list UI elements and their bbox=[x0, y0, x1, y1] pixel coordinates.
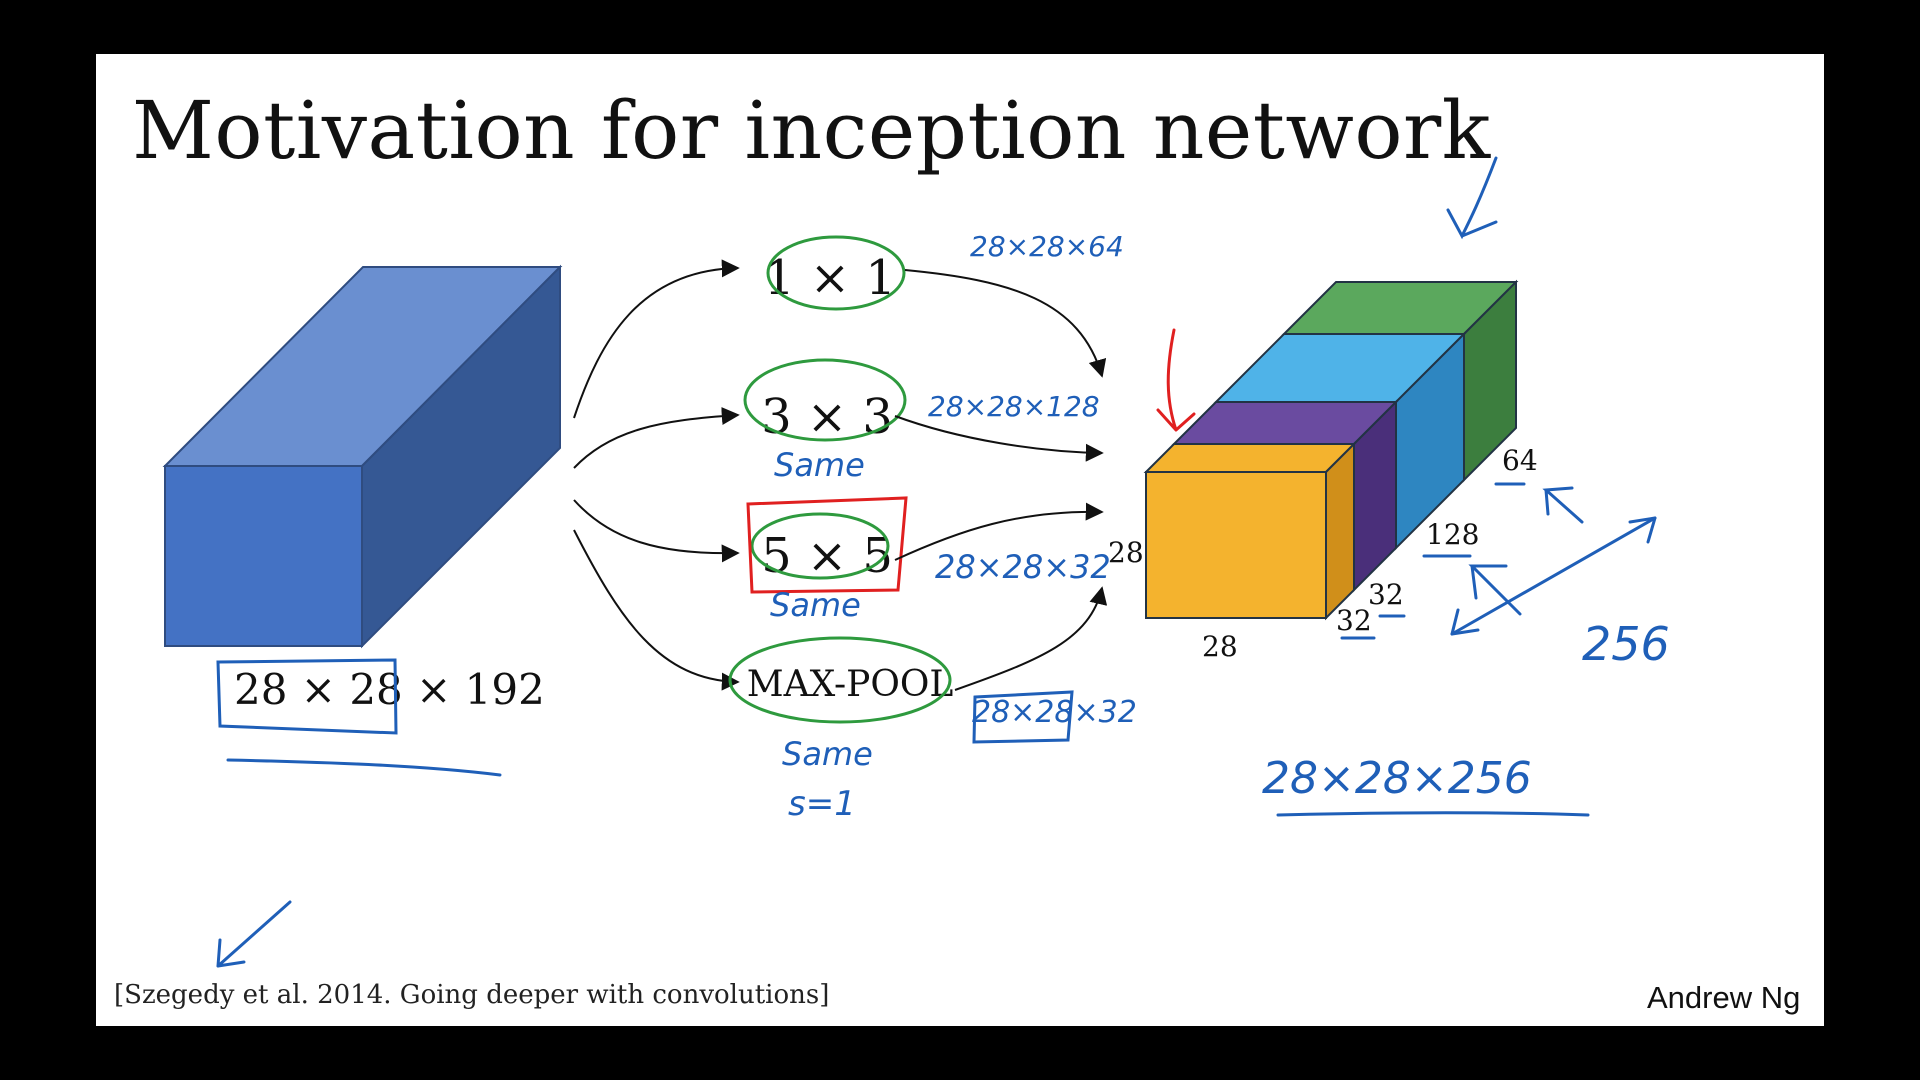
output-volume-check bbox=[1446, 156, 1498, 240]
op-3x3-label: 3 × 3 bbox=[761, 389, 893, 445]
output-width-label: 28 bbox=[1202, 630, 1238, 663]
citation-pointer bbox=[216, 900, 292, 968]
op-5x5-label: 5 × 5 bbox=[761, 528, 893, 584]
op-maxpool-stride-note: s=1 bbox=[788, 784, 856, 824]
total-dims-note: 28×28×256 bbox=[1262, 753, 1532, 804]
output-yellow-top bbox=[1143, 443, 1357, 473]
pointer-128 bbox=[1468, 564, 1522, 616]
inception-diagram: 28 × 28 × 192 1 × 1 3 × 3 5 × 5 MAX-POOL… bbox=[162, 156, 1670, 968]
output-yellow-side bbox=[1325, 441, 1355, 621]
input-volume bbox=[162, 264, 563, 649]
output-arrows bbox=[894, 269, 1108, 691]
op-maxpool-label: MAX-POOL bbox=[747, 664, 954, 705]
op-maxpool-same-note: Same bbox=[782, 735, 873, 773]
total-dims-underline bbox=[1276, 811, 1590, 817]
op-3x3-same-note: Same bbox=[774, 446, 865, 484]
citation: [Szegedy et al. 2014. Going deeper with … bbox=[114, 980, 830, 1010]
op-5x5-output-note: 28×28×32 bbox=[935, 548, 1111, 586]
output-volume bbox=[1143, 279, 1519, 621]
output-yellow-front bbox=[1145, 471, 1327, 619]
total-depth-note: 256 bbox=[1582, 617, 1670, 671]
op-5x5-same-note: Same bbox=[770, 586, 861, 624]
red-pointer bbox=[1156, 328, 1196, 432]
pointer-64 bbox=[1542, 486, 1584, 524]
op-maxpool-output-note: 28×28×32 bbox=[972, 695, 1137, 730]
op-3x3-output-note: 28×28×128 bbox=[928, 390, 1100, 423]
output-depth-label-3: 128 bbox=[1426, 518, 1479, 551]
output-height-label: 28 bbox=[1108, 536, 1144, 569]
input-arrows bbox=[573, 259, 740, 691]
output-depth-label-4: 64 bbox=[1502, 444, 1538, 477]
op-1x1-output-note: 28×28×64 bbox=[970, 230, 1124, 263]
input-dims-label: 28 × 28 × 192 bbox=[234, 665, 545, 714]
author-name: Andrew Ng bbox=[1647, 980, 1801, 1015]
output-depth-label-2: 32 bbox=[1368, 578, 1404, 611]
output-depth-label-1: 32 bbox=[1336, 604, 1372, 637]
input-volume-front bbox=[164, 465, 363, 647]
